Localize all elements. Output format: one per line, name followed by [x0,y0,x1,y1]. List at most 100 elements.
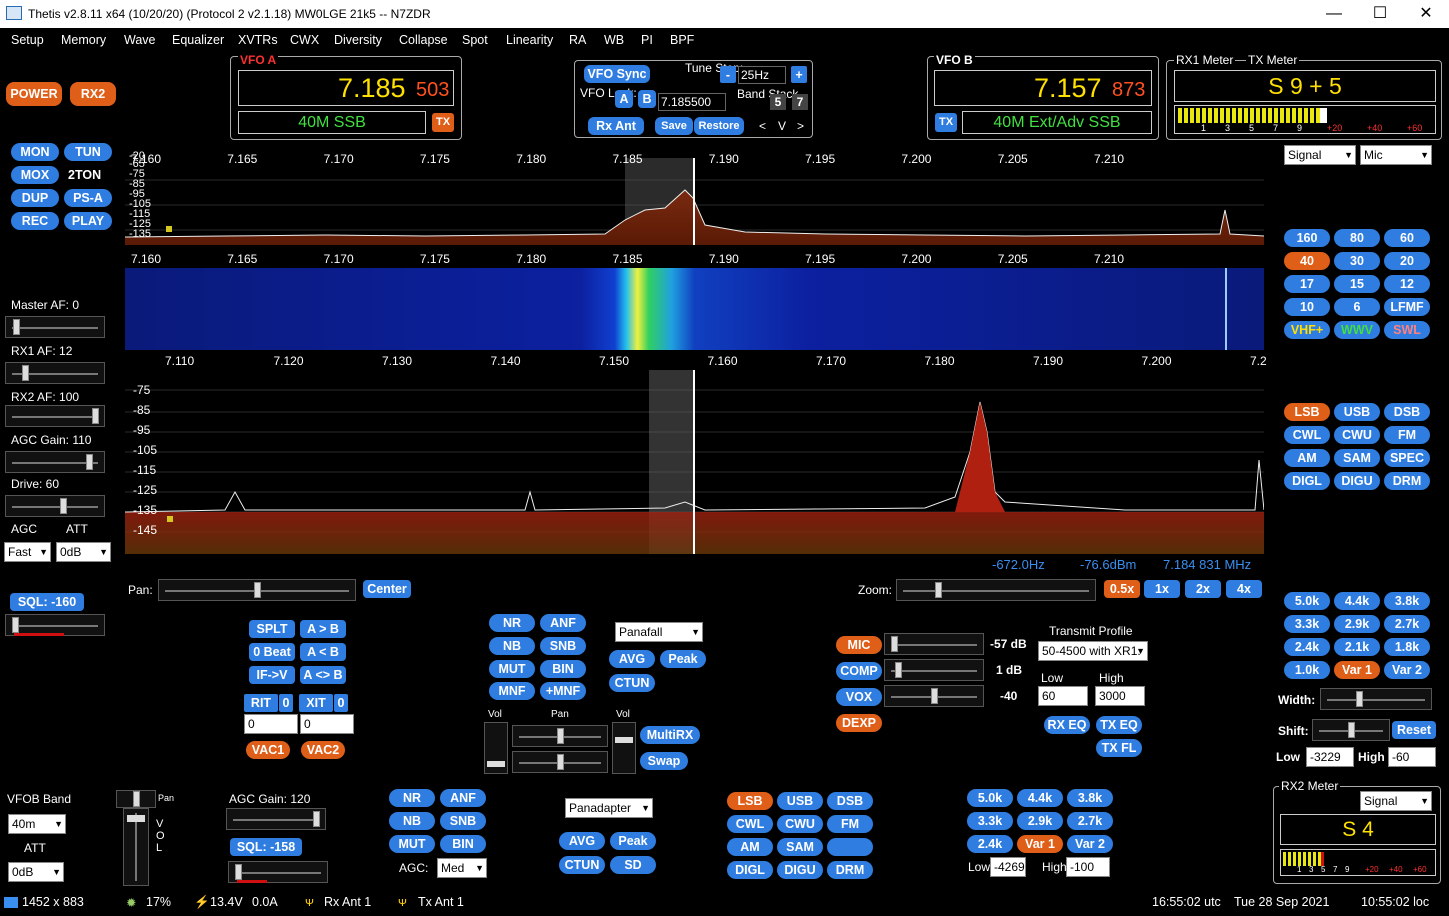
zero-beat-button[interactable]: 0 Beat [249,643,295,661]
vfo-lock-a-button[interactable]: A [615,90,633,108]
play-button[interactable]: PLAY [64,212,112,230]
mode-button-lsb[interactable]: LSB [1284,403,1330,421]
zoom-0-5x-button[interactable]: 0.5x [1104,580,1140,598]
power-button[interactable]: POWER [6,82,62,106]
xit-button[interactable]: XIT [299,694,333,712]
rx1-nr-button[interactable]: NR [489,614,535,632]
rx1-af-slider[interactable] [5,362,105,384]
minimize-button[interactable]: — [1311,0,1357,28]
filter-reset-button[interactable]: Reset [1392,721,1436,739]
waterfall[interactable]: 7.160 7.165 7.170 7.175 7.180 7.185 7.190 7.195… [125,250,1264,350]
filter-button-1-0k[interactable]: 1.0k [1284,661,1330,679]
vac2-button[interactable]: VAC2 [301,741,345,759]
rx1-meter-select[interactable]: Signal ▼ [1284,145,1356,165]
filter-button-2-1k[interactable]: 2.1k [1334,638,1380,656]
mon-button[interactable]: MON [11,143,59,161]
rx2-filter-button-2-9k[interactable]: 2.9k [1017,812,1063,830]
band-button-lfmf[interactable]: LFMF [1384,298,1430,316]
tx-meter-select[interactable]: Mic ▼ [1360,145,1432,165]
mode-button-digu[interactable]: DIGU [1334,472,1380,490]
rx2-vol-slider[interactable] [612,722,636,774]
band-stack-next[interactable]: > [797,119,804,133]
menu-ra[interactable]: RA [569,33,586,47]
filter-button-2-7k[interactable]: 2.7k [1384,615,1430,633]
rx2-bin-button[interactable]: BIN [440,835,486,853]
tune-step-plus[interactable]: + [791,66,807,83]
band-button-swl[interactable]: SWL [1384,321,1430,339]
rx2-anf-button[interactable]: ANF [440,789,486,807]
mic-slider[interactable] [884,633,984,655]
tx-low-input[interactable]: 60 [1038,686,1088,706]
rx2-filter-high-input[interactable]: -100 [1066,857,1110,877]
band-stack-prev[interactable]: < [759,119,766,133]
rx2-mode-button-dsb[interactable]: DSB [827,792,873,810]
menu-spot[interactable]: Spot [462,33,488,47]
vfob-band-select[interactable]: 40m ▼ [8,814,66,834]
rx2-filter-button-5-0k[interactable]: 5.0k [967,789,1013,807]
rx1-avg-button[interactable]: AVG [609,650,655,668]
menu-wave[interactable]: Wave [124,33,156,47]
mode-button-digl[interactable]: DIGL [1284,472,1330,490]
multirx-button[interactable]: MultiRX [640,726,700,744]
menu-collapse[interactable]: Collapse [399,33,448,47]
filter-width-slider[interactable] [1320,688,1432,710]
dexp-button[interactable]: DEXP [836,714,882,732]
filter-high-input[interactable]: -60 [1388,747,1436,767]
rx2-mut-button[interactable]: MUT [389,835,435,853]
rx1-nb-button[interactable]: NB [489,637,535,655]
center-button[interactable]: Center [363,580,411,598]
tune-step-minus[interactable]: - [720,66,736,83]
band-button-20[interactable]: 20 [1384,252,1430,270]
rx1-display-mode-select[interactable]: Panafall ▼ [615,622,703,642]
band-stack-view[interactable]: V [778,119,786,133]
vfo-a-tx-button[interactable]: TX [432,113,454,132]
band-button-10[interactable]: 10 [1284,298,1330,316]
master-af-slider[interactable] [5,316,105,338]
zoom-slider[interactable] [896,579,1096,601]
rx2-filter-button-2-4k[interactable]: 2.4k [967,835,1013,853]
vac1-button[interactable]: VAC1 [246,741,290,759]
vox-slider[interactable] [884,685,984,707]
tx-fl-button[interactable]: TX FL [1096,739,1142,757]
rx2-agc-select[interactable]: Med ▼ [437,858,487,878]
vfo-lock-b-button[interactable]: B [638,90,656,108]
mox-button[interactable]: MOX [11,166,59,184]
rx1-snb-button[interactable]: SNB [540,637,586,655]
menu-pi[interactable]: PI [641,33,653,47]
rx2-filter-button-3-3k[interactable]: 3.3k [967,812,1013,830]
filter-button-var-2[interactable]: Var 2 [1384,661,1430,679]
rx2-nr-button[interactable]: NR [389,789,435,807]
rx1-peak-button[interactable]: Peak [660,650,706,668]
mode-button-cwl[interactable]: CWL [1284,426,1330,444]
menu-bpf[interactable]: BPF [670,33,694,47]
rx1-mnf-button[interactable]: MNF [489,682,535,700]
pan-slider[interactable] [158,579,356,601]
rx2-filter-button-4-4k[interactable]: 4.4k [1017,789,1063,807]
band-stack-5[interactable]: 5 [770,94,786,110]
tx-eq-button[interactable]: TX EQ [1096,716,1142,734]
mode-button-usb[interactable]: USB [1334,403,1380,421]
filter-shift-slider[interactable] [1312,719,1390,741]
b-to-a-button[interactable]: A < B [300,643,346,661]
band-button-40[interactable]: 40 [1284,252,1330,270]
dup-button[interactable]: DUP [11,189,59,207]
rit-button[interactable]: RIT [244,694,278,712]
rx2-button[interactable]: RX2 [70,82,116,106]
rx1-mut-button[interactable]: MUT [489,660,535,678]
rx2-mode-button-blank[interactable] [827,838,873,856]
rx2-pan-slider[interactable] [512,751,608,773]
vfo-b-frequency[interactable]: 7.157 873 [934,70,1152,106]
att-select[interactable]: 0dB ▼ [56,542,111,562]
mode-button-dsb[interactable]: DSB [1384,403,1430,421]
mode-button-am[interactable]: AM [1284,449,1330,467]
mic-button[interactable]: MIC [836,636,882,654]
save-button[interactable]: Save [655,117,693,135]
filter-button-4-4k[interactable]: 4.4k [1334,592,1380,610]
ps-a-button[interactable]: PS-A [64,189,112,207]
filter-low-input[interactable]: -3229 [1306,747,1354,767]
menu-diversity[interactable]: Diversity [334,33,382,47]
menu-wb[interactable]: WB [604,33,624,47]
vfo-b-tx-button[interactable]: TX [935,113,957,132]
vox-button[interactable]: VOX [836,688,882,706]
rx2-sd-button[interactable]: SD [610,856,656,874]
